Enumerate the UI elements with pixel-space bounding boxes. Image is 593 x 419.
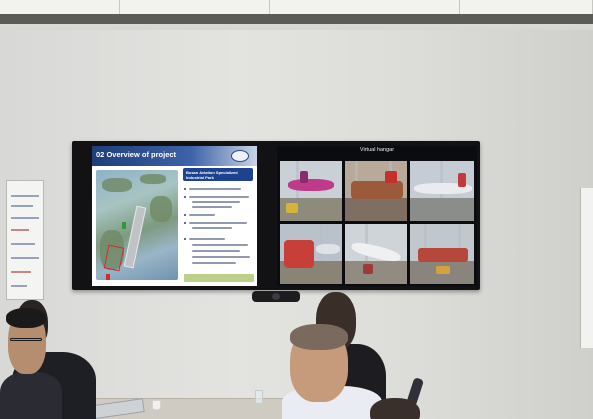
equipment	[436, 266, 450, 274]
aerial-map	[96, 170, 178, 280]
ceiling-beam	[0, 14, 593, 24]
camera-grid-screen: Virtual hangar	[277, 146, 477, 286]
whiteboard-writing	[11, 271, 31, 273]
coffee-cup	[152, 400, 161, 410]
whiteboard-writing	[11, 229, 29, 231]
ceiling-panel	[120, 0, 270, 14]
whiteboard-writing	[11, 243, 35, 245]
person-body	[0, 372, 62, 419]
aircraft-tail	[300, 171, 308, 183]
ceiling-panel	[0, 0, 120, 14]
bullet-dot	[184, 188, 186, 190]
whiteboard-writing	[11, 217, 39, 219]
whiteboard-right	[580, 188, 593, 348]
bullet-text	[192, 227, 232, 229]
runway	[123, 205, 147, 269]
bullet-text	[189, 238, 225, 240]
whiteboard-left	[6, 180, 44, 300]
bullet-dot	[184, 222, 186, 224]
map-landmass	[140, 174, 166, 184]
scaffolding	[351, 181, 403, 199]
person-hair	[290, 324, 348, 350]
camera-feed	[409, 160, 475, 222]
whiteboard-writing	[11, 195, 39, 197]
bullet-text	[189, 222, 247, 224]
person-head	[370, 398, 420, 419]
ceiling-panel	[270, 0, 460, 14]
slide-title-text: Overview of project	[106, 150, 177, 159]
bullet-dot	[184, 214, 186, 216]
bullet-text	[192, 250, 240, 252]
equipment	[363, 264, 373, 274]
camera-feed	[344, 223, 408, 285]
water-glass	[255, 390, 263, 404]
slide-number: 02	[96, 150, 105, 159]
scaffolding	[418, 248, 468, 262]
map-label-green	[122, 222, 126, 229]
camera-lens	[272, 293, 280, 300]
bullet-dot	[184, 238, 186, 240]
camera-grid-title: Virtual hangar	[359, 147, 395, 153]
camera-feed	[344, 160, 408, 222]
map-landmass	[102, 178, 132, 192]
slide-bullet-list	[184, 186, 254, 272]
equipment	[286, 203, 298, 213]
slide-title: 02 Overview of project	[96, 150, 176, 159]
bullet-text	[189, 196, 249, 198]
ceiling-panel	[460, 0, 593, 14]
aircraft	[288, 179, 334, 191]
company-logo	[231, 150, 249, 162]
camera-feed	[279, 223, 343, 285]
bullet-text	[192, 201, 240, 203]
industrial-zone-outline	[103, 244, 125, 272]
map-landmass	[150, 196, 172, 222]
camera-feed	[409, 223, 475, 285]
person-right-edge	[364, 398, 424, 419]
whiteboard-writing	[11, 257, 39, 259]
hangar-floor	[345, 198, 407, 221]
bullet-text	[192, 206, 232, 208]
slide-footer-bar	[184, 274, 254, 282]
map-label-red	[106, 274, 110, 280]
bullet-text	[192, 262, 236, 264]
glasses	[10, 338, 42, 341]
bullet-text	[192, 244, 248, 246]
aircraft-engine	[284, 240, 314, 268]
equipment	[385, 171, 397, 183]
ceiling	[0, 0, 593, 30]
slide-callout: Busan Aviation Specialized Industrial Pa…	[183, 168, 253, 181]
bullet-text	[192, 256, 250, 258]
camera-feed	[279, 160, 343, 222]
conference-camera	[252, 291, 300, 302]
aircraft-tail	[458, 173, 466, 187]
hangar-floor	[345, 261, 407, 284]
presentation-slide: 02 Overview of project Busan Aviation Sp…	[92, 146, 257, 286]
slide-header: 02 Overview of project	[92, 146, 257, 166]
bullet-text	[189, 188, 241, 190]
bullet-dot	[184, 196, 186, 198]
bullet-text	[189, 214, 215, 216]
meeting-room-photo: 02 Overview of project Busan Aviation Sp…	[0, 0, 593, 419]
aircraft	[316, 244, 340, 254]
whiteboard-writing	[11, 285, 27, 287]
hangar-floor	[410, 198, 474, 221]
person-hair	[6, 308, 46, 328]
whiteboard-writing	[11, 205, 33, 207]
person-left-front	[0, 308, 70, 419]
